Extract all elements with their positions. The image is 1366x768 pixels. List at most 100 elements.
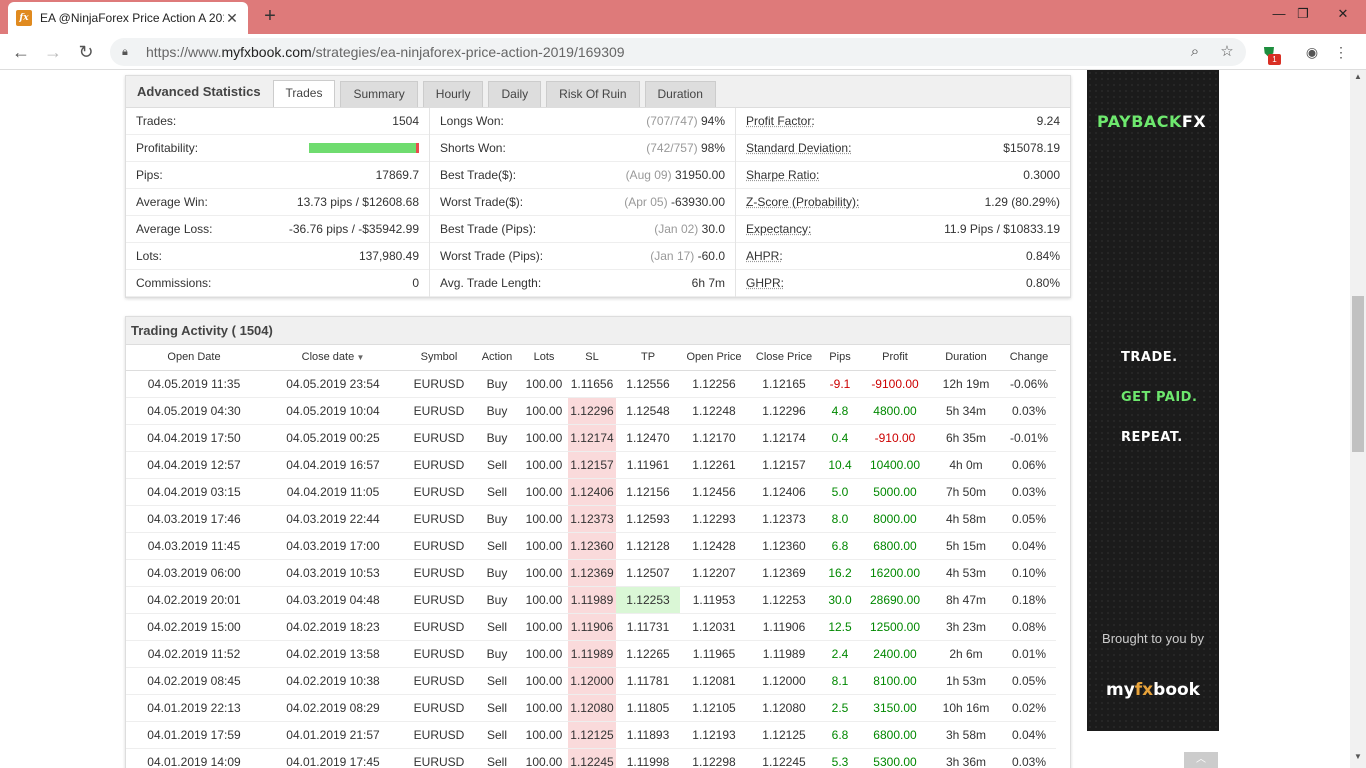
table-row[interactable]: 04.01.2019 22:13 04.02.2019 08:29 EURUSD Se… — [126, 694, 1056, 722]
table-cell: 0.18% — [1002, 586, 1056, 614]
table-cell: EURUSD — [404, 586, 474, 614]
stat-row: Profitability: — [126, 135, 429, 162]
column-header[interactable]: Open Date — [126, 345, 262, 371]
stat-label-link[interactable]: Expectancy: — [746, 222, 811, 236]
stat-label-link[interactable]: GHPR: — [746, 276, 784, 290]
table-row[interactable]: 04.02.2019 15:00 04.02.2019 18:23 EURUSD Se… — [126, 613, 1056, 641]
table-cell: EURUSD — [404, 694, 474, 722]
table-row[interactable]: 04.01.2019 14:09 04.01.2019 17:45 EURUSD Se… — [126, 748, 1056, 768]
scroll-down-arrow-icon[interactable]: ▼ — [1352, 752, 1364, 761]
table-cell: 1.12406 — [568, 478, 616, 506]
advanced-statistics-panel: Advanced Statistics Trades Summary Hourl… — [125, 75, 1071, 298]
table-cell: 04.04.2019 16:57 — [262, 451, 404, 479]
stat-row: Average Loss: -36.76 pips / -$35942.99 — [126, 216, 429, 243]
stat-value: $15078.19 — [1003, 141, 1060, 155]
table-row[interactable]: 04.03.2019 17:46 04.03.2019 22:44 EURUSD Bu… — [126, 505, 1056, 533]
table-cell: 1.11989 — [568, 586, 616, 614]
table-row[interactable]: 04.05.2019 04:30 04.05.2019 10:04 EURUSD Bu… — [126, 397, 1056, 425]
ad-brought-by: Brought to you by — [1102, 631, 1204, 646]
table-cell: 100.00 — [520, 559, 568, 587]
table-cell: 1.11656 — [568, 370, 616, 398]
back-icon[interactable]: ← — [9, 40, 33, 64]
sort-desc-icon[interactable]: ▼ — [354, 353, 364, 362]
stat-row: Sharpe Ratio: 0.3000 — [736, 162, 1070, 189]
tab-hourly[interactable]: Hourly — [422, 81, 484, 107]
column-header[interactable]: Change — [1002, 345, 1056, 371]
table-cell: 04.02.2019 10:38 — [262, 667, 404, 695]
table-cell: 2400.00 — [860, 640, 930, 668]
stat-label-link[interactable]: Z-Score (Probability): — [746, 195, 859, 209]
address-bar[interactable]: 🔒︎ https://www.myfxbook.com/strategies/e… — [110, 38, 1246, 66]
table-cell: 100.00 — [520, 586, 568, 614]
stat-value-group: (Jan 17) -60.0 — [650, 249, 725, 263]
table-row[interactable]: 04.04.2019 17:50 04.05.2019 00:25 EURUSD Bu… — [126, 424, 1056, 452]
column-header[interactable]: Pips — [820, 345, 860, 371]
tab-risk-of-ruin[interactable]: Risk Of Ruin — [546, 81, 640, 107]
table-row[interactable]: 04.04.2019 03:15 04.04.2019 11:05 EURUSD Se… — [126, 478, 1056, 506]
table-cell: 1.12253 — [616, 586, 680, 614]
column-header[interactable]: Duration — [930, 345, 1002, 371]
stat-row: Commissions: 0 — [126, 270, 429, 297]
zoom-icon[interactable]: ⌕ — [1184, 41, 1206, 63]
close-window-icon[interactable]: ✕ — [1320, 2, 1366, 26]
table-row[interactable]: 04.02.2019 08:45 04.02.2019 10:38 EURUSD Se… — [126, 667, 1056, 695]
tab-duration[interactable]: Duration — [644, 81, 716, 107]
table-cell: 04.02.2019 13:58 — [262, 640, 404, 668]
reload-icon[interactable]: ↻ — [74, 40, 98, 64]
column-header[interactable]: Close Price — [748, 345, 820, 371]
table-cell: 04.02.2019 20:01 — [126, 586, 262, 614]
ad-line-trade: TRADE. — [1121, 350, 1178, 365]
table-cell: 1.12470 — [616, 424, 680, 452]
stat-label-link[interactable]: Sharpe Ratio: — [746, 168, 819, 182]
tab-summary[interactable]: Summary — [340, 81, 418, 107]
table-cell: 100.00 — [520, 397, 568, 425]
browser-tab[interactable]: fx EA @NinjaForex Price Action A 2019 ✕ — [8, 2, 248, 34]
lock-icon: 🔒︎ — [122, 45, 128, 58]
stat-value: 6h 7m — [691, 276, 725, 290]
tab-daily[interactable]: Daily — [488, 81, 542, 107]
table-cell: 04.05.2019 11:35 — [126, 370, 262, 398]
table-cell: 04.02.2019 08:45 — [126, 667, 262, 695]
table-cell: 04.04.2019 17:50 — [126, 424, 262, 452]
scroll-to-top-icon[interactable]: ︿ — [1184, 752, 1218, 768]
column-header[interactable]: SL — [568, 345, 616, 371]
stat-date: (Apr 05) — [624, 195, 668, 209]
scroll-up-arrow-icon[interactable]: ▲ — [1352, 72, 1364, 81]
table-cell: 1.12548 — [616, 397, 680, 425]
stat-row: Expectancy: 11.9 Pips / $10833.19 — [736, 216, 1070, 243]
bookmark-star-icon[interactable]: ☆ — [1216, 41, 1238, 63]
table-cell: 0.03% — [1002, 397, 1056, 425]
tab-trades[interactable]: Trades — [272, 80, 336, 107]
forward-icon[interactable]: → — [41, 40, 65, 64]
table-cell: 1.12080 — [748, 694, 820, 722]
table-row[interactable]: 04.02.2019 20:01 04.03.2019 04:48 EURUSD Bu… — [126, 586, 1056, 614]
table-cell: 0.08% — [1002, 613, 1056, 641]
table-row[interactable]: 04.01.2019 17:59 04.01.2019 21:57 EURUSD Se… — [126, 721, 1056, 749]
table-row[interactable]: 04.02.2019 11:52 04.02.2019 13:58 EURUSD Bu… — [126, 640, 1056, 668]
table-row[interactable]: 04.03.2019 11:45 04.03.2019 17:00 EURUSD Se… — [126, 532, 1056, 560]
column-header[interactable]: Action — [474, 345, 520, 371]
table-row[interactable]: 04.04.2019 12:57 04.04.2019 16:57 EURUSD Se… — [126, 451, 1056, 479]
column-header[interactable]: Symbol — [404, 345, 474, 371]
table-cell: EURUSD — [404, 748, 474, 768]
close-tab-icon[interactable]: ✕ — [224, 10, 240, 27]
stat-label-link[interactable]: Standard Deviation: — [746, 141, 851, 155]
stat-label-link[interactable]: Profit Factor: — [746, 114, 815, 128]
column-header[interactable]: Lots — [520, 345, 568, 371]
menu-icon[interactable]: ⋮ — [1330, 42, 1352, 62]
table-row[interactable]: 04.05.2019 11:35 04.05.2019 23:54 EURUSD Bu… — [126, 370, 1056, 398]
scrollbar-thumb[interactable] — [1352, 296, 1364, 452]
advertisement-banner[interactable]: PAYBACKFX TRADE. GET PAID. REPEAT. Broug… — [1087, 70, 1219, 731]
new-tab-icon[interactable]: + — [258, 5, 282, 29]
account-icon[interactable]: ◉ — [1301, 42, 1323, 62]
table-row[interactable]: 04.03.2019 06:00 04.03.2019 10:53 EURUSD Bu… — [126, 559, 1056, 587]
column-header[interactable]: Profit — [860, 345, 930, 371]
column-header[interactable]: Open Price — [680, 345, 748, 371]
table-cell: 1.12265 — [616, 640, 680, 668]
table-cell: EURUSD — [404, 397, 474, 425]
column-header[interactable]: Close date ▼ — [262, 345, 404, 371]
table-cell: 0.06% — [1002, 451, 1056, 479]
stat-label-link[interactable]: AHPR: — [746, 249, 783, 263]
table-cell: 100.00 — [520, 694, 568, 722]
column-header[interactable]: TP — [616, 345, 680, 371]
